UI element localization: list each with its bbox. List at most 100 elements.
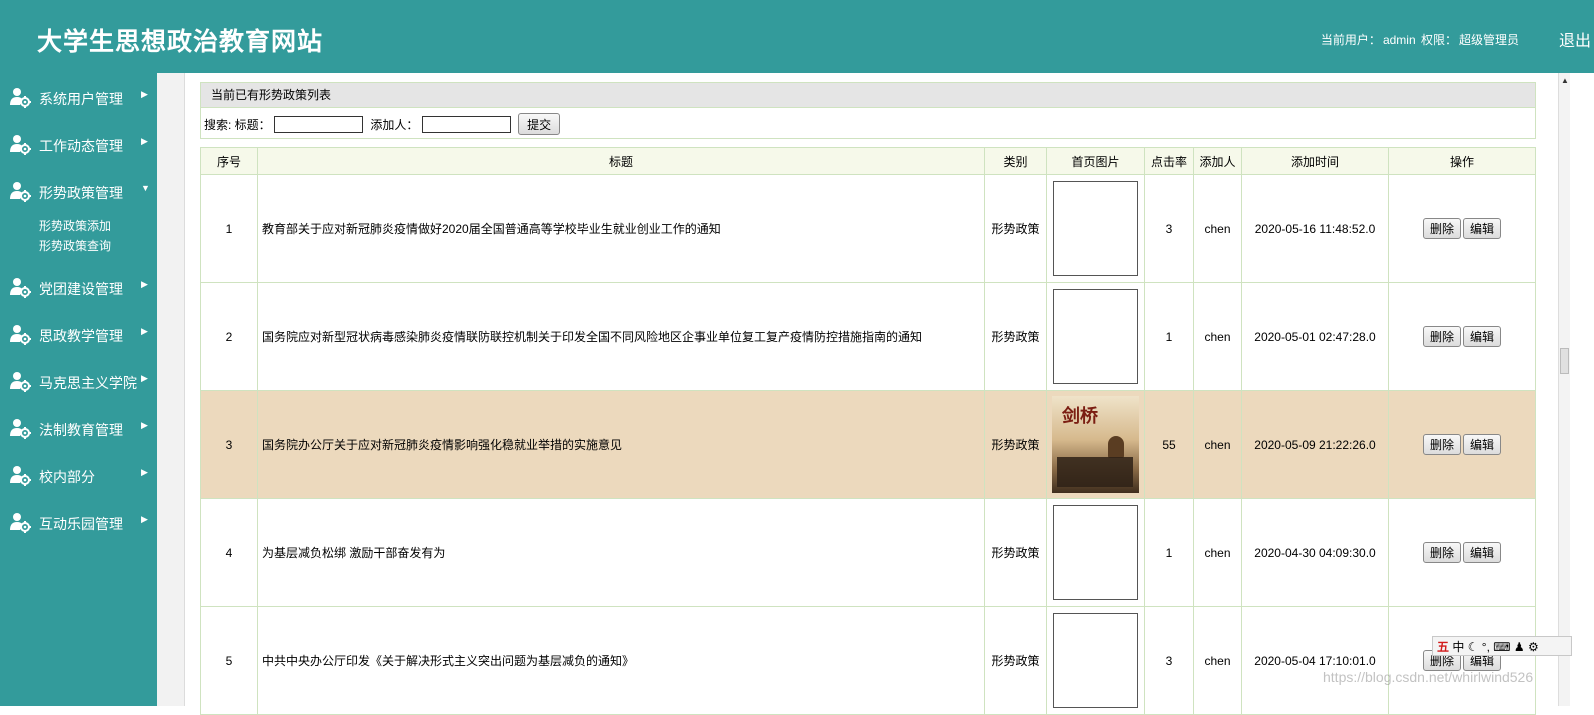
cell-clicks: 3 — [1144, 174, 1194, 283]
scroll-thumb[interactable] — [1560, 348, 1569, 374]
cell-time: 2020-04-30 04:09:30.0 — [1241, 498, 1389, 607]
col-header: 添加人 — [1193, 147, 1242, 175]
sidebar-subitem[interactable]: 形势政策添加 — [39, 217, 111, 234]
cell-image — [1046, 606, 1145, 715]
cell-adder: chen — [1193, 282, 1242, 391]
caret-right-icon: ▶ — [141, 136, 148, 146]
cell-actions: 删除 编辑 — [1388, 498, 1536, 607]
sidebar-item-label: 校内部分 — [39, 469, 95, 485]
table-row: 5 中共中央办公厅印发《关于解决形式主义突出问题为基层减负的通知》 形势政策 3 che… — [200, 606, 1536, 715]
table-row: 3 国务院办公厅关于应对新冠肺炎疫情影响强化稳就业举措的实施意见 形势政策 剑桥 55 c… — [200, 390, 1536, 499]
sidebar-item-label: 互动乐园管理 — [39, 516, 123, 532]
role-label: 权限： — [1420, 33, 1457, 47]
search-adder-label: 添加人： — [370, 117, 419, 132]
cell-category: 形势政策 — [984, 174, 1047, 283]
caret-down-icon: ▼ — [141, 183, 150, 193]
caret-right-icon: ▶ — [141, 514, 148, 524]
delete-button[interactable]: 删除 — [1422, 542, 1461, 563]
thumbnail-placeholder — [1053, 505, 1138, 600]
sidebar-subitem[interactable]: 形势政策查询 — [39, 237, 111, 254]
edit-button[interactable]: 编辑 — [1463, 434, 1502, 455]
panel-title: 当前已有形势政策列表 — [201, 83, 1535, 108]
user-gear-icon — [9, 464, 31, 486]
current-user: admin — [1382, 33, 1416, 47]
cell-title: 教育部关于应对新冠肺炎疫情做好2020届全国普通高等学校毕业生就业创业工作的通知 — [257, 174, 985, 283]
sidebar-item[interactable]: 马克思主义学院 ▶ — [0, 367, 157, 397]
cell-no: 1 — [200, 174, 258, 283]
cell-actions: 删除 编辑 — [1388, 390, 1536, 499]
search-title-input[interactable] — [274, 115, 364, 133]
delete-button[interactable]: 删除 — [1422, 218, 1461, 239]
thumbnail-placeholder — [1053, 289, 1138, 384]
edit-button[interactable]: 编辑 — [1463, 326, 1502, 347]
sidebar: 系统用户管理 ▶ 工作动态管理 ▶ 形势政策管理 ▼ 形势政策添加 形势政策查询 党团建设管理 ▶… — [0, 73, 157, 706]
cell-adder: chen — [1193, 498, 1242, 607]
table-row: 2 国务院应对新型冠状病毒感染肺炎疫情联防联控机制关于印发全国不同风险地区企事业单… — [200, 282, 1536, 391]
cell-image — [1046, 498, 1145, 607]
cell-title: 国务院办公厅关于应对新冠肺炎疫情影响强化稳就业举措的实施意见 — [257, 390, 985, 499]
sidebar-item-label: 党团建设管理 — [39, 281, 123, 297]
cell-actions: 删除 编辑 — [1388, 174, 1536, 283]
sidebar-item[interactable]: 党团建设管理 ▶ — [0, 273, 157, 303]
user-gear-icon — [9, 370, 31, 392]
sidebar-item[interactable]: 工作动态管理 ▶ — [0, 130, 157, 160]
col-header: 序号 — [200, 147, 258, 175]
col-header: 操作 — [1388, 147, 1536, 175]
cell-no: 5 — [200, 606, 258, 715]
cell-category: 形势政策 — [984, 606, 1047, 715]
sidebar-item[interactable]: 校内部分 ▶ — [0, 461, 157, 491]
cell-no: 3 — [200, 390, 258, 499]
cell-no: 2 — [200, 282, 258, 391]
cell-adder: chen — [1193, 606, 1242, 715]
cell-no: 4 — [200, 498, 258, 607]
cell-clicks: 3 — [1144, 606, 1194, 715]
col-header: 类别 — [984, 147, 1047, 175]
cell-title: 国务院应对新型冠状病毒感染肺炎疫情联防联控机制关于印发全国不同风险地区企事业单位… — [257, 282, 985, 391]
cell-title: 中共中央办公厅印发《关于解决形式主义突出问题为基层减负的通知》 — [257, 606, 985, 715]
role-value: 超级管理员 — [1458, 33, 1519, 47]
sidebar-item-label: 系统用户管理 — [39, 91, 123, 107]
search-adder-input[interactable] — [421, 115, 511, 133]
cell-image — [1046, 174, 1145, 283]
cell-title: 为基层减负松绑 激励干部奋发有为 — [257, 498, 985, 607]
sidebar-item[interactable]: 系统用户管理 ▶ — [0, 83, 157, 113]
cell-clicks: 55 — [1144, 390, 1194, 499]
site-title: 大学生思想政治教育网站 — [37, 27, 324, 56]
cell-adder: chen — [1193, 174, 1242, 283]
cell-adder: chen — [1193, 390, 1242, 499]
table-row: 4 为基层减负松绑 激励干部奋发有为 形势政策 1 chen 2020-04-30 04:… — [200, 498, 1536, 607]
sidebar-item[interactable]: 形势政策管理 ▼ — [0, 177, 157, 207]
delete-button[interactable]: 删除 — [1422, 434, 1461, 455]
logout-link[interactable]: 退出 — [1559, 27, 1591, 51]
ime-logo-icon[interactable]: 五 — [1437, 640, 1449, 654]
thumbnail-placeholder — [1053, 613, 1138, 708]
caret-right-icon: ▶ — [141, 373, 148, 383]
cell-time: 2020-05-01 02:47:28.0 — [1241, 282, 1389, 391]
cell-clicks: 1 — [1144, 282, 1194, 391]
sidebar-item[interactable]: 法制教育管理 ▶ — [0, 414, 157, 444]
search-title-label: 搜索: 标题： — [204, 117, 271, 132]
caret-right-icon: ▶ — [141, 467, 148, 477]
thumbnail-text: 剑桥 — [1062, 406, 1098, 427]
caret-right-icon: ▶ — [141, 420, 148, 430]
edit-button[interactable]: 编辑 — [1463, 542, 1502, 563]
caret-right-icon: ▶ — [141, 326, 148, 336]
scroll-up-icon[interactable]: ▲ — [1561, 76, 1569, 85]
sidebar-item[interactable]: 互动乐园管理 ▶ — [0, 508, 157, 538]
edit-button[interactable]: 编辑 — [1463, 218, 1502, 239]
user-gear-icon — [9, 180, 31, 202]
vertical-scrollbar[interactable]: ▲ — [1558, 73, 1570, 706]
table-row: 1 教育部关于应对新冠肺炎疫情做好2020届全国普通高等学校毕业生就业创业工作的通… — [200, 174, 1536, 283]
sidebar-item[interactable]: 思政教学管理 ▶ — [0, 320, 157, 350]
delete-button[interactable]: 删除 — [1422, 326, 1461, 347]
ime-mode[interactable]: 中 — [1452, 640, 1464, 654]
user-gear-icon — [9, 86, 31, 108]
sidebar-item-label: 工作动态管理 — [39, 138, 123, 154]
cell-category: 形势政策 — [984, 282, 1047, 391]
ime-extras[interactable]: ☾ °, ⌨ ♟ ⚙ — [1468, 640, 1539, 654]
ime-toolbar[interactable]: 五 中 ☾ °, ⌨ ♟ ⚙ — [1432, 636, 1572, 656]
user-gear-icon — [9, 417, 31, 439]
submit-button[interactable]: 提交 — [518, 113, 561, 135]
sidebar-item-label: 马克思主义学院 — [39, 375, 137, 391]
user-gear-icon — [9, 511, 31, 533]
